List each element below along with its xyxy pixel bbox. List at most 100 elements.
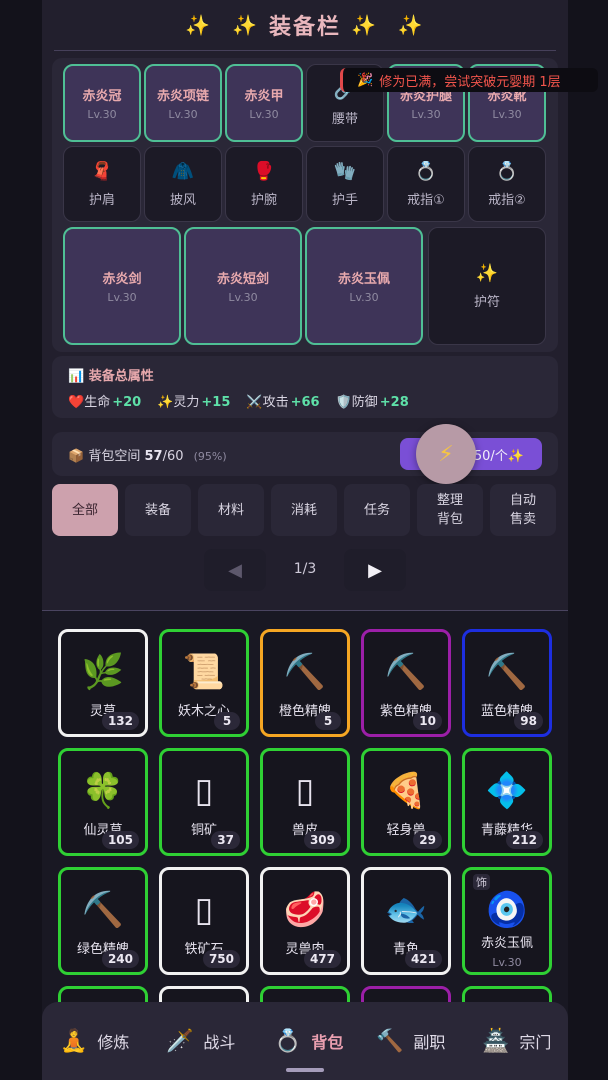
stat-defense: 🛡️防御 +28 (335, 395, 409, 410)
ring-icon: 💍 (414, 160, 438, 182)
item-icon: ⛏️ (81, 890, 125, 930)
crossed-swords-icon: ⚔️ (246, 395, 263, 410)
meditation-icon: 🧘 (60, 1028, 88, 1054)
tab-materials[interactable]: 材料 (198, 484, 264, 536)
equip-slot-main-weapon[interactable]: 赤炎剑 Lv.30 (63, 227, 181, 345)
stats-title: 装备总属性 (88, 369, 154, 384)
equip-slot-gloves[interactable]: 🧤 护手 (306, 146, 384, 222)
inventory-item[interactable]: ▯ 铜矿 37 (159, 748, 249, 856)
equip-slot-talisman[interactable]: ✨ 护符 (428, 227, 546, 345)
equip-slot-shoulder[interactable]: 🧣 护肩 (63, 146, 141, 222)
equip-slot-cloak[interactable]: 🧥 披风 (144, 146, 222, 222)
item-icon: 🍀 (81, 771, 125, 811)
title-divider (54, 50, 556, 51)
inventory-item[interactable]: ⛏️ 橙色精魄 5 (260, 629, 350, 737)
inventory-item[interactable]: 🐟 青鱼 421 (361, 867, 451, 975)
equip-slot-necklace[interactable]: 赤炎项链 Lv.30 (144, 64, 222, 142)
nav-sect[interactable]: 🏯 宗门 (482, 1026, 551, 1056)
inventory-item[interactable]: 饰 🧿 赤炎玉佩 Lv.30 (462, 867, 552, 975)
ring-icon: 💍 (274, 1028, 302, 1054)
triangle-right-icon: ▶ (368, 559, 382, 581)
stat-hp: ❤️生命 +20 (68, 395, 142, 410)
sort-bag-button[interactable]: 整理 背包 (417, 484, 483, 536)
nav-bag[interactable]: 💍 背包 (274, 1026, 343, 1056)
tab-equipment[interactable]: 装备 (125, 484, 191, 536)
equip-name: 赤炎短剑 (216, 272, 269, 287)
equip-slot-label: 戒指① (407, 192, 445, 208)
equip-slot-armor[interactable]: 赤炎甲 Lv.30 (225, 64, 303, 142)
inventory-item[interactable]: 🍕 轻身兽 29 (361, 748, 451, 856)
inventory-item[interactable]: ⛏️ 蓝色精魄 98 (462, 629, 552, 737)
inventory-item[interactable]: ▯ 兽皮 309 (260, 748, 350, 856)
sparkle-icon: ✨ (157, 395, 174, 410)
inventory-item[interactable]: 📜 妖木之心 5 (159, 629, 249, 737)
equip-slot-off-weapon[interactable]: 赤炎短剑 Lv.30 (184, 227, 302, 345)
item-quantity: 240 (101, 950, 139, 968)
item-type-tag: 饰 (473, 874, 490, 890)
toast-text: 修为已满，尝试突破元婴期 1层 (379, 74, 561, 90)
sparkle-icon: ✨ (475, 262, 499, 284)
item-quantity: 5 (315, 712, 341, 730)
tab-quests[interactable]: 任务 (344, 484, 410, 536)
nav-battle[interactable]: 🗡️ 战斗 (166, 1026, 235, 1056)
pagoda-icon: 🏯 (482, 1028, 510, 1054)
tab-consumables[interactable]: 消耗 (271, 484, 337, 536)
auto-sell-button[interactable]: 自动 售卖 (490, 484, 556, 536)
equip-level: Lv.30 (349, 291, 379, 304)
nav-cultivate[interactable]: 🧘 修炼 (60, 1026, 129, 1056)
item-filter-tabs: 全部 装备 材料 消耗 任务 整理 背包 自动 售卖 (52, 484, 558, 536)
equipment-header: ✨ ✨ 装备栏 ✨ ✨ (42, 0, 568, 50)
equip-slot-bracer[interactable]: 🥊 护腕 (225, 146, 303, 222)
inventory-item[interactable]: 🍀 仙灵草 105 (58, 748, 148, 856)
equip-slot-pendant[interactable]: 赤炎玉佩 Lv.30 (305, 227, 423, 345)
sparkle-icon: ✨ (185, 13, 213, 37)
item-level: Lv.30 (492, 956, 522, 969)
item-quantity: 212 (505, 831, 543, 849)
equip-name: 赤炎项链 (156, 89, 209, 104)
inventory-item[interactable]: ⛏️ 绿色精魄 240 (58, 867, 148, 975)
hammer-icon: 🔨 (376, 1028, 404, 1054)
item-icon: ▯ (194, 890, 214, 930)
next-page-button[interactable]: ▶ (344, 549, 406, 591)
inventory-item[interactable]: 🥩 灵兽肉 477 (260, 867, 350, 975)
item-quantity: 421 (404, 950, 442, 968)
tab-all[interactable]: 全部 (52, 484, 118, 536)
equip-level: Lv.30 (228, 291, 258, 304)
equip-slot-label: 戒指② (488, 192, 526, 208)
triangle-left-icon: ◀ (228, 559, 242, 581)
chart-icon: 📊 (68, 369, 85, 384)
inventory-item[interactable]: 💠 青藤精华 212 (462, 748, 552, 856)
item-icon: 💠 (485, 771, 529, 811)
equip-slot-label: 护腕 (250, 192, 277, 208)
equip-name: 赤炎剑 (102, 272, 142, 287)
prev-page-button[interactable]: ◀ (204, 549, 266, 591)
item-icon: ⛏️ (283, 652, 327, 692)
nav-profession[interactable]: 🔨 副职 (376, 1026, 445, 1056)
equip-level: Lv.30 (107, 291, 137, 304)
equip-name: 赤炎甲 (244, 89, 284, 104)
item-icon: 🐟 (384, 890, 428, 930)
inventory-item[interactable]: ⛏️ 紫色精魄 10 (361, 629, 451, 737)
equip-slot-ring-2[interactable]: 💍 戒指② (468, 146, 546, 222)
equip-slot-helmet[interactable]: 赤炎冠 Lv.30 (63, 64, 141, 142)
bag-used: 57 (144, 449, 163, 464)
heart-icon: ❤️ (68, 395, 85, 410)
item-icon: 🌿 (81, 652, 125, 692)
ring-icon: 💍 (495, 160, 519, 182)
item-icon: ▯ (194, 771, 214, 811)
equip-level: Lv.30 (87, 108, 117, 121)
sparkle-icon: ✨ (397, 13, 425, 37)
equip-slot-ring-1[interactable]: 💍 戒指① (387, 146, 465, 222)
inventory-item[interactable]: ▯ 铁矿石 750 (159, 867, 249, 975)
item-icon: 📜 (182, 652, 226, 692)
equip-slot-label: 腰带 (331, 111, 358, 127)
item-icon: 🍕 (384, 771, 428, 811)
sparkle-icon: ✨ (232, 13, 259, 37)
sparkle-icon: ✨ (351, 13, 378, 37)
equip-slot-label: 护符 (473, 294, 500, 310)
inventory-item[interactable]: 🌿 灵草 132 (58, 629, 148, 737)
gloves-icon: 🧤 (333, 160, 357, 182)
item-quantity: 309 (303, 831, 341, 849)
item-icon: 🧿 (485, 890, 529, 930)
lightning-fab-button[interactable]: ⚡ (416, 424, 476, 484)
